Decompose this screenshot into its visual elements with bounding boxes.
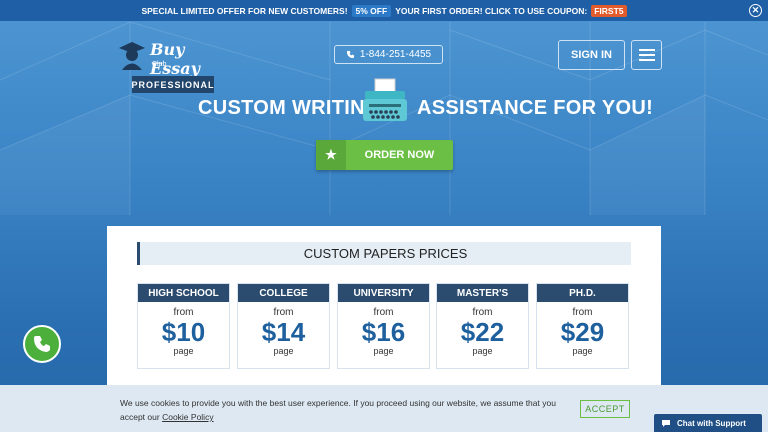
price-level: HIGH SCHOOL (138, 284, 229, 302)
price-column[interactable]: PH.D. from $29 page (536, 283, 629, 369)
price-unit-label: page (173, 346, 194, 356)
order-now-label: ORDER NOW (364, 149, 435, 161)
promo-text-after: YOUR FIRST ORDER! CLICK TO USE COUPON: (395, 5, 588, 16)
chat-label: Chat with Support (677, 418, 746, 428)
brand-subname: Club (152, 61, 167, 68)
price-amount: $10 (161, 317, 206, 347)
promo-text-before: SPECIAL LIMITED OFFER FOR NEW CUSTOMERS! (141, 5, 348, 16)
price-amount: $22 (460, 317, 505, 347)
price-amount: $14 (261, 317, 306, 347)
price-amount: $29 (560, 317, 605, 347)
sign-in-button[interactable]: SIGN IN (558, 40, 625, 70)
phone-icon (346, 50, 355, 59)
price-level: PH.D. (537, 284, 628, 302)
price-level: UNIVERSITY (338, 284, 429, 302)
price-unit-label: page (373, 346, 394, 356)
price-column[interactable]: HIGH SCHOOL from $10 page (137, 283, 230, 369)
prices-title: CUSTOM PAPERS PRICES (137, 242, 631, 265)
typewriter-icon (363, 78, 407, 121)
star-icon: ★ (316, 140, 346, 170)
headline-right: ASSISTANCE FOR YOU! (417, 97, 654, 119)
price-unit-label: page (472, 346, 493, 356)
promo-coupon-code[interactable]: FIRST5 (591, 4, 627, 17)
hamburger-menu-button[interactable] (631, 40, 662, 70)
cookie-policy-link[interactable]: Cookie Policy (162, 412, 214, 422)
price-column[interactable]: MASTER'S from $22 page (436, 283, 529, 369)
chat-bubble-icon (662, 419, 670, 427)
phone-button[interactable]: 1-844-251-4455 (334, 45, 443, 64)
promo-discount-tag: 5% OFF (351, 4, 392, 17)
professional-badge: PROFESSIONAL (132, 76, 214, 93)
price-column[interactable]: UNIVERSITY from $16 page (337, 283, 430, 369)
menu-line (638, 59, 655, 61)
chat-support-button[interactable]: Chat with Support (654, 414, 762, 432)
price-unit-label: page (572, 346, 593, 356)
price-level: COLLEGE (238, 284, 329, 302)
price-unit-label: page (273, 346, 294, 356)
cookie-message: We use cookies to provide you with the b… (120, 396, 565, 424)
graduate-silhouette-icon (119, 42, 145, 70)
menu-line (638, 54, 655, 56)
price-level: MASTER'S (437, 284, 528, 302)
phone-number: 1-844-251-4455 (359, 49, 432, 60)
price-amount: $16 (361, 317, 406, 347)
call-button[interactable] (23, 325, 61, 363)
brand-name: Buy Essay (150, 40, 200, 78)
prices-card: CUSTOM PAPERS PRICES HIGH SCHOOL from $1… (107, 226, 661, 386)
promo-banner[interactable]: SPECIAL LIMITED OFFER FOR NEW CUSTOMERS!… (0, 0, 768, 21)
order-now-button[interactable]: ★ ORDER NOW (316, 140, 453, 170)
headline-left: CUSTOM WRITING (198, 97, 381, 119)
menu-line (638, 49, 655, 51)
accept-cookies-button[interactable]: ACCEPT (580, 400, 630, 418)
cookie-banner: We use cookies to provide you with the b… (0, 385, 768, 432)
phone-icon (34, 336, 50, 352)
close-icon[interactable]: ✕ (749, 4, 762, 17)
price-column[interactable]: COLLEGE from $14 page (237, 283, 330, 369)
